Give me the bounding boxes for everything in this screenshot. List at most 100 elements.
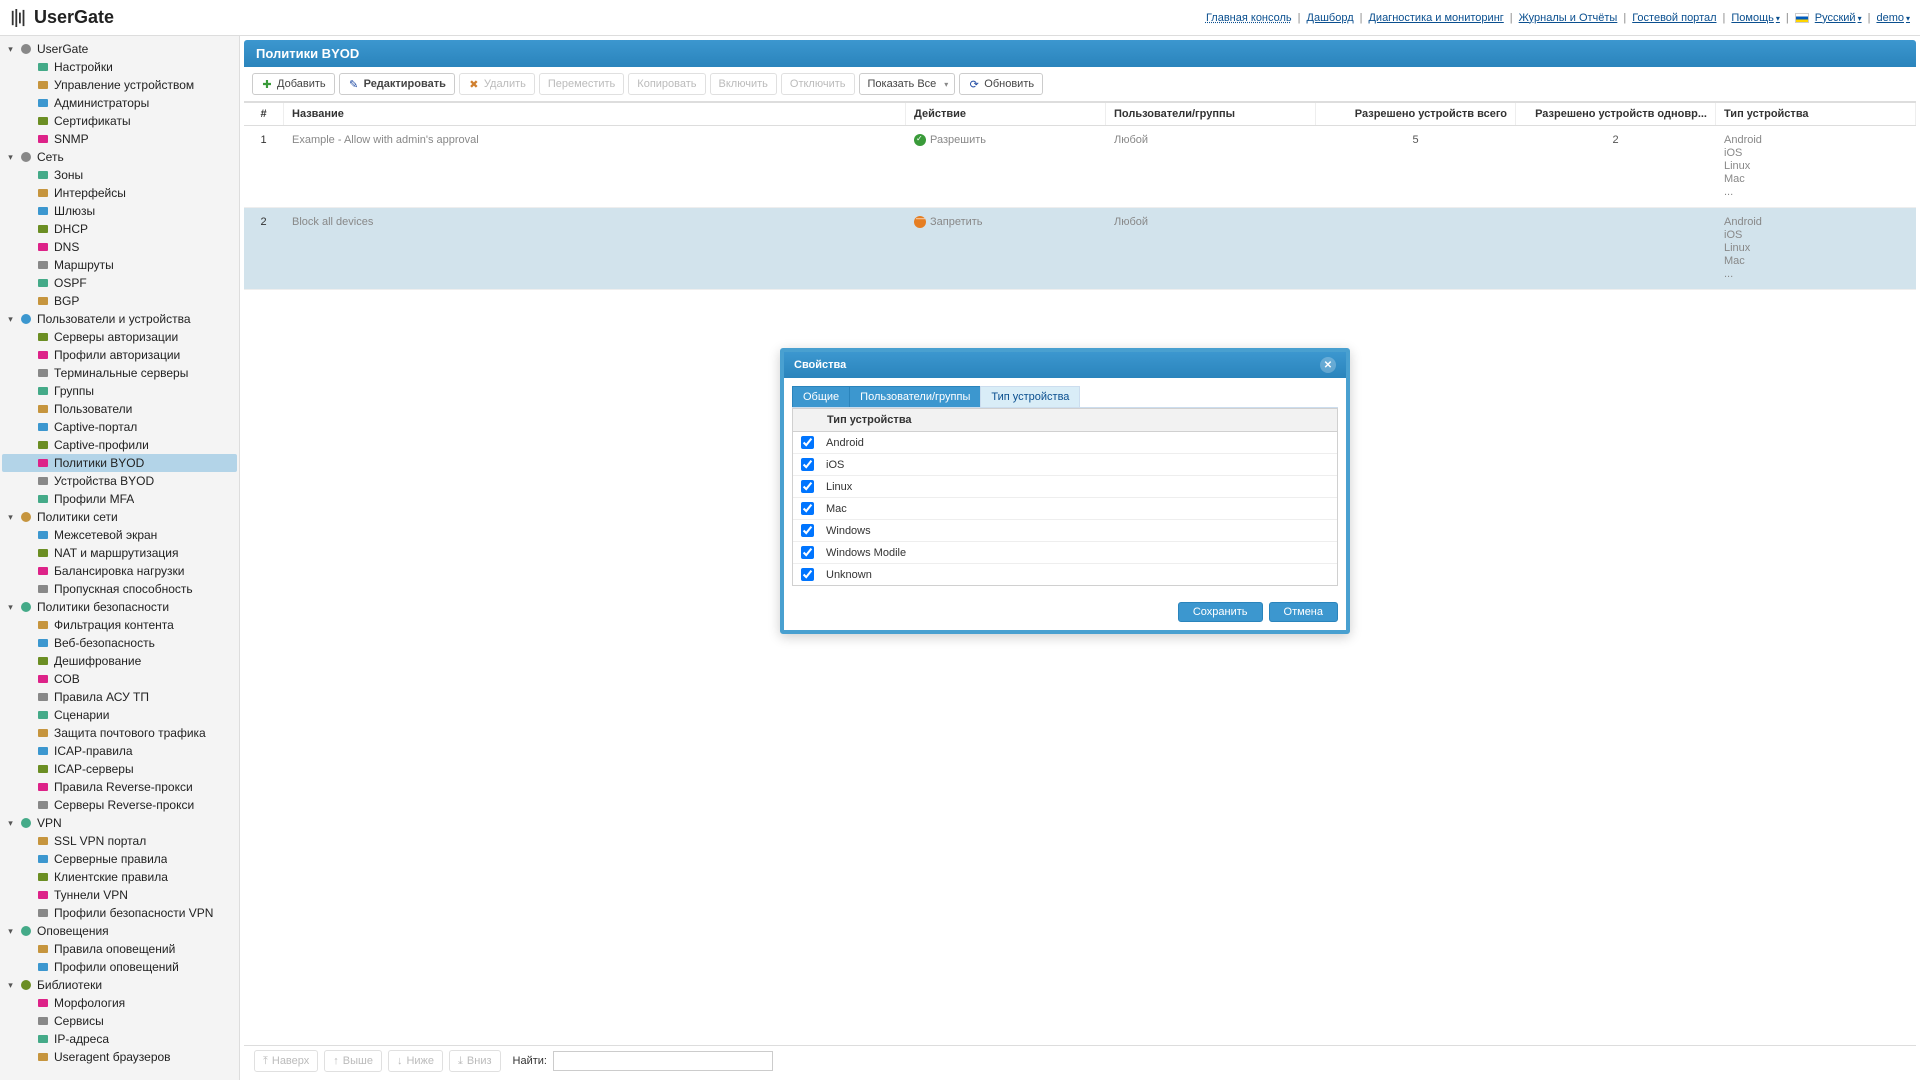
nav-diagnostics[interactable]: Диагностика и мониторинг bbox=[1368, 12, 1503, 24]
tree-group-network[interactable]: ▾Сеть bbox=[2, 148, 237, 166]
tree-item-dhcp[interactable]: DHCP bbox=[2, 220, 237, 238]
delete-button[interactable]: ✖Удалить bbox=[459, 73, 535, 95]
nav-language[interactable]: Русский▾ bbox=[1815, 12, 1862, 24]
tree-item-alert-profiles[interactable]: Профили оповещений bbox=[2, 958, 237, 976]
table-row[interactable]: 2Block all devicesЗапретитьЛюбойAndroidi… bbox=[244, 208, 1916, 290]
tree-item-settings[interactable]: Настройки bbox=[2, 58, 237, 76]
tree-item-vpn-security-profiles[interactable]: Профили безопасности VPN bbox=[2, 904, 237, 922]
chevron-down-icon[interactable]: ▾ bbox=[6, 315, 15, 324]
nav-dashboard[interactable]: Дашборд bbox=[1307, 12, 1354, 24]
device-type-checkbox[interactable] bbox=[801, 568, 814, 581]
tree-item-services[interactable]: Сервисы bbox=[2, 1012, 237, 1030]
dialog-title-bar[interactable]: Свойства ✕ bbox=[784, 352, 1346, 378]
tab-general[interactable]: Общие bbox=[792, 386, 850, 407]
device-type-row[interactable]: Android bbox=[793, 432, 1337, 454]
tree-item-sob[interactable]: СОВ bbox=[2, 670, 237, 688]
tree-item-bandwidth[interactable]: Пропускная способность bbox=[2, 580, 237, 598]
tree-group-alerts[interactable]: ▾Оповещения bbox=[2, 922, 237, 940]
device-type-header[interactable]: Тип устройства bbox=[827, 414, 912, 426]
tree-item-device-mgmt[interactable]: Управление устройством bbox=[2, 76, 237, 94]
tree-item-routes[interactable]: Маршруты bbox=[2, 256, 237, 274]
tree-item-captive-portal[interactable]: Captive-портал bbox=[2, 418, 237, 436]
tree-item-scenarios[interactable]: Сценарии bbox=[2, 706, 237, 724]
device-type-row[interactable]: iOS bbox=[793, 454, 1337, 476]
nav-user[interactable]: demo▾ bbox=[1876, 12, 1910, 24]
tree-item-ip-addresses[interactable]: IP-адреса bbox=[2, 1030, 237, 1048]
tree-item-alert-rules[interactable]: Правила оповещений bbox=[2, 940, 237, 958]
col-users[interactable]: Пользователи/группы bbox=[1106, 103, 1316, 125]
tree-item-scada[interactable]: Правила АСУ ТП bbox=[2, 688, 237, 706]
tree-item-vpn-tunnels[interactable]: Туннели VPN bbox=[2, 886, 237, 904]
device-type-row[interactable]: Mac bbox=[793, 498, 1337, 520]
move-button[interactable]: Переместить bbox=[539, 73, 624, 95]
nav-guest-portal[interactable]: Гостевой портал bbox=[1632, 12, 1716, 24]
tree-item-users[interactable]: Пользователи bbox=[2, 400, 237, 418]
tree-item-icap-servers[interactable]: ICAP-серверы bbox=[2, 760, 237, 778]
tree-group-vpn[interactable]: ▾VPN bbox=[2, 814, 237, 832]
col-device-type[interactable]: Тип устройства bbox=[1716, 103, 1916, 125]
device-type-checkbox[interactable] bbox=[801, 436, 814, 449]
tree-item-nat[interactable]: NAT и маршрутизация bbox=[2, 544, 237, 562]
col-allowed-total[interactable]: Разрешено устройств всего bbox=[1316, 103, 1516, 125]
tree-item-snmp[interactable]: SNMP bbox=[2, 130, 237, 148]
close-icon[interactable]: ✕ bbox=[1320, 357, 1336, 373]
tree-item-content-filter[interactable]: Фильтрация контента bbox=[2, 616, 237, 634]
nav-help[interactable]: Помощь▾ bbox=[1731, 12, 1780, 24]
tree-item-bgp[interactable]: BGP bbox=[2, 292, 237, 310]
sidebar[interactable]: ▾UserGateНастройкиУправление устройством… bbox=[0, 36, 240, 1080]
device-type-checkbox[interactable] bbox=[801, 546, 814, 559]
tree-item-icap-rules[interactable]: ICAP-правила bbox=[2, 742, 237, 760]
move-top-button[interactable]: ⤒Наверх bbox=[254, 1050, 318, 1072]
tree-item-useragent[interactable]: Useragent браузеров bbox=[2, 1048, 237, 1066]
chevron-down-icon[interactable]: ▾ bbox=[6, 45, 15, 54]
enable-button[interactable]: Включить bbox=[710, 73, 777, 95]
col-name[interactable]: Название bbox=[284, 103, 906, 125]
tree-item-zones[interactable]: Зоны bbox=[2, 166, 237, 184]
nav-main-console[interactable]: Главная консоль bbox=[1206, 12, 1292, 24]
col-action[interactable]: Действие bbox=[906, 103, 1106, 125]
tree-item-web-security[interactable]: Веб-безопасность bbox=[2, 634, 237, 652]
show-all-select[interactable]: Показать Все bbox=[859, 73, 956, 95]
tree-item-client-rules[interactable]: Клиентские правила bbox=[2, 868, 237, 886]
move-down-button[interactable]: ↓Ниже bbox=[388, 1050, 443, 1072]
chevron-down-icon[interactable]: ▾ bbox=[6, 513, 15, 522]
move-bottom-button[interactable]: ⤓Вниз bbox=[449, 1050, 500, 1072]
chevron-down-icon[interactable]: ▾ bbox=[6, 153, 15, 162]
tree-group-users-devices[interactable]: ▾Пользователи и устройства bbox=[2, 310, 237, 328]
tree-item-interfaces[interactable]: Интерфейсы bbox=[2, 184, 237, 202]
tree-item-ssl-vpn-portal[interactable]: SSL VPN портал bbox=[2, 832, 237, 850]
tree-group-network-policies[interactable]: ▾Политики сети bbox=[2, 508, 237, 526]
tree-item-mfa-profiles[interactable]: Профили MFA bbox=[2, 490, 237, 508]
move-up-button[interactable]: ↑Выше bbox=[324, 1050, 382, 1072]
search-input[interactable] bbox=[553, 1051, 773, 1071]
tree-item-reverse-proxy-rules[interactable]: Правила Reverse-прокси bbox=[2, 778, 237, 796]
chevron-down-icon[interactable]: ▾ bbox=[6, 981, 15, 990]
chevron-down-icon[interactable]: ▾ bbox=[6, 819, 15, 828]
edit-button[interactable]: ✎Редактировать bbox=[339, 73, 455, 95]
tree-item-mail-security[interactable]: Защита почтового трафика bbox=[2, 724, 237, 742]
tree-item-ssl-inspection[interactable]: Дешифрование bbox=[2, 652, 237, 670]
tree-item-byod-devices[interactable]: Устройства BYOD bbox=[2, 472, 237, 490]
tree-item-server-rules[interactable]: Серверные правила bbox=[2, 850, 237, 868]
tab-users-groups[interactable]: Пользователи/группы bbox=[849, 386, 981, 407]
tree-item-byod-policies[interactable]: Политики BYOD bbox=[2, 454, 237, 472]
device-type-checkbox[interactable] bbox=[801, 480, 814, 493]
tree-item-admins[interactable]: Администраторы bbox=[2, 94, 237, 112]
chevron-down-icon[interactable]: ▾ bbox=[6, 927, 15, 936]
tree-item-terminal-servers[interactable]: Терминальные серверы bbox=[2, 364, 237, 382]
tab-device-type[interactable]: Тип устройства bbox=[980, 386, 1080, 407]
device-type-row[interactable]: Windows Modile bbox=[793, 542, 1337, 564]
tree-item-certs[interactable]: Сертификаты bbox=[2, 112, 237, 130]
col-allowed-one[interactable]: Разрешено устройств одновр... bbox=[1516, 103, 1716, 125]
table-row[interactable]: 1Example - Allow with admin's approvalРа… bbox=[244, 126, 1916, 208]
tree-item-groups[interactable]: Группы bbox=[2, 382, 237, 400]
tree-item-reverse-proxy-servers[interactable]: Серверы Reverse-прокси bbox=[2, 796, 237, 814]
copy-button[interactable]: Копировать bbox=[628, 73, 705, 95]
tree-item-load-balance[interactable]: Балансировка нагрузки bbox=[2, 562, 237, 580]
tree-item-dns[interactable]: DNS bbox=[2, 238, 237, 256]
tree-item-gateways[interactable]: Шлюзы bbox=[2, 202, 237, 220]
tree-item-firewall[interactable]: Межсетевой экран bbox=[2, 526, 237, 544]
device-type-row[interactable]: Windows bbox=[793, 520, 1337, 542]
tree-item-ospf[interactable]: OSPF bbox=[2, 274, 237, 292]
add-button[interactable]: ✚Добавить bbox=[252, 73, 335, 95]
